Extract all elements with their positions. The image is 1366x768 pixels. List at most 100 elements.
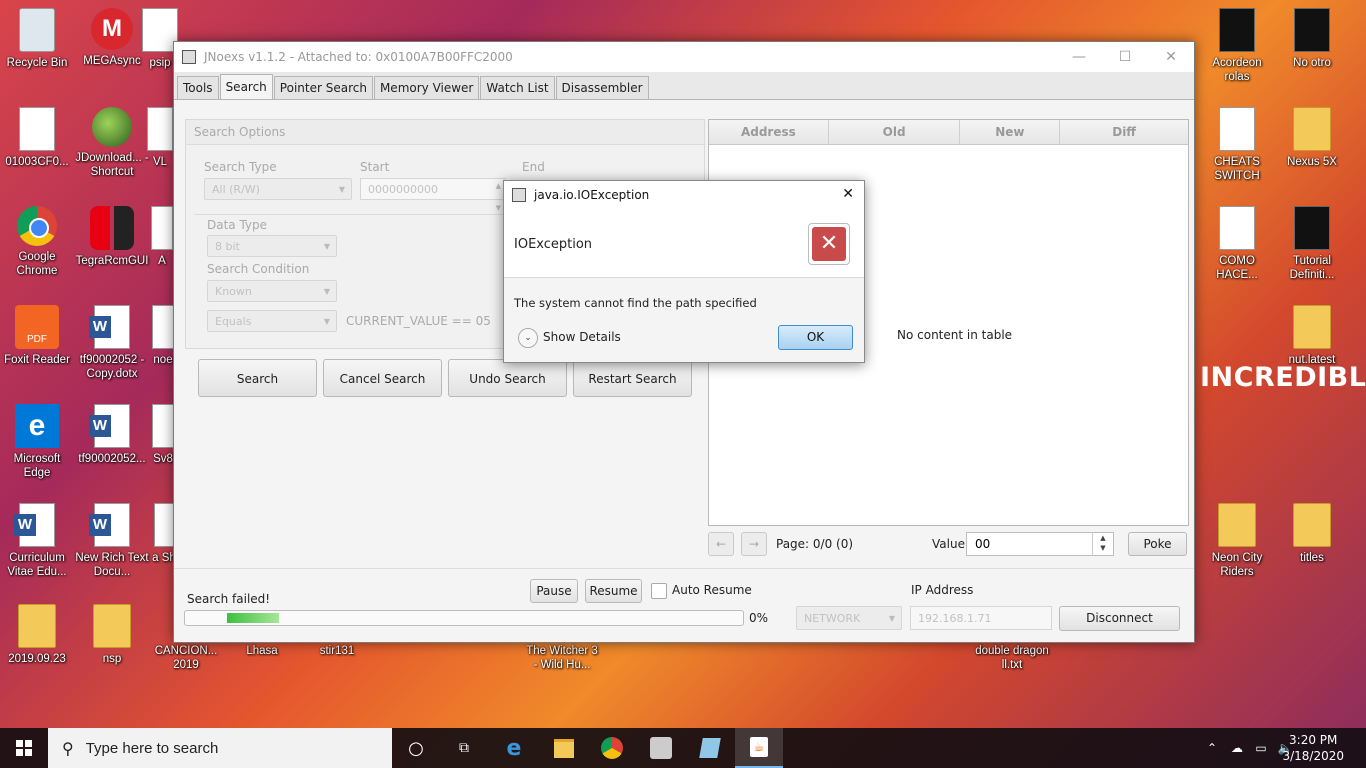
tab-memory-viewer[interactable]: Memory Viewer bbox=[373, 76, 480, 99]
auto-resume-label: Auto Resume bbox=[672, 583, 752, 597]
poke-button[interactable]: Poke bbox=[1128, 532, 1187, 556]
chrome-icon bbox=[17, 206, 57, 246]
desktop-icon-tf90002052[interactable]: tf90002052... bbox=[75, 404, 149, 466]
clock[interactable]: 3:20 PM 3/18/2020 bbox=[1282, 732, 1344, 764]
desktop-icon-neon-city-riders[interactable]: Neon City Riders bbox=[1200, 503, 1274, 579]
tab-tools[interactable]: Tools bbox=[177, 76, 219, 99]
tab-pointer-search[interactable]: Pointer Search bbox=[273, 76, 373, 99]
word-document-icon bbox=[89, 305, 130, 349]
chevron-down-icon[interactable]: ⌄ bbox=[518, 328, 538, 348]
column-header-new[interactable]: New bbox=[960, 120, 1061, 144]
task-view-icon[interactable]: ⧉ bbox=[440, 728, 488, 768]
disconnect-button[interactable]: Disconnect bbox=[1059, 606, 1180, 631]
desktop-icon-stir131[interactable]: stir131 bbox=[300, 644, 374, 658]
search-button[interactable]: Search bbox=[198, 359, 317, 397]
desktop-icon-nexus-5x[interactable]: Nexus 5X bbox=[1275, 107, 1349, 169]
spinner-icon[interactable]: ▲ ▼ bbox=[496, 175, 501, 219]
tab-search[interactable]: Search bbox=[219, 74, 273, 99]
desktop-icon-curriculum[interactable]: Curriculum Vitae Edu... bbox=[0, 503, 74, 579]
show-details-toggle[interactable]: Show Details bbox=[543, 330, 621, 344]
cancel-search-button[interactable]: Cancel Search bbox=[323, 359, 442, 397]
maximize-button[interactable]: ☐ bbox=[1102, 42, 1148, 72]
dialog-close-button[interactable]: ✕ bbox=[842, 186, 854, 202]
search-condition-select[interactable]: Known ▼ bbox=[207, 280, 337, 302]
minimize-button[interactable]: — bbox=[1056, 42, 1102, 72]
file-explorer-icon[interactable] bbox=[540, 728, 588, 768]
desktop-icon-titles[interactable]: titles bbox=[1275, 503, 1349, 565]
dialog-message: The system cannot find the path specifie… bbox=[514, 296, 757, 310]
column-header-address[interactable]: Address bbox=[709, 120, 829, 144]
desktop-icon-acordeon-rolas[interactable]: Acordeon rolas bbox=[1200, 8, 1274, 84]
desktop-icon-microsoft-edge[interactable]: e Microsoft Edge bbox=[0, 404, 74, 480]
error-dialog: java.io.IOException ✕ IOException ✕ The … bbox=[503, 180, 865, 363]
restart-search-button[interactable]: Restart Search bbox=[573, 359, 692, 397]
desktop-icon-01003cf0[interactable]: 01003CF0... bbox=[0, 107, 74, 169]
word-document-icon bbox=[14, 503, 55, 547]
start-button[interactable] bbox=[0, 728, 48, 768]
value-input[interactable]: 00 ▲ ▼ bbox=[966, 532, 1114, 556]
desktop-icon-como-hace[interactable]: COMO HACE... bbox=[1200, 206, 1274, 282]
desktop-icon-the-witcher[interactable]: The Witcher 3 - Wild Hu... bbox=[525, 644, 599, 672]
desktop-icon-tegrarcmgui[interactable]: TegraRcmGUI bbox=[75, 206, 149, 268]
connection-type-select[interactable]: NETWORK ▼ bbox=[796, 606, 902, 630]
desktop-icon-lhasa[interactable]: Lhasa bbox=[225, 644, 299, 658]
dialog-titlebar[interactable]: java.io.IOException ✕ bbox=[504, 181, 864, 209]
chrome-taskbar-icon[interactable] bbox=[588, 728, 636, 768]
notepad-taskbar-icon[interactable] bbox=[686, 728, 734, 768]
app-taskbar-icon[interactable] bbox=[637, 728, 685, 768]
edge-taskbar-icon[interactable]: e bbox=[490, 728, 538, 768]
start-address-input[interactable]: 0000000000 ▲ ▼ bbox=[360, 178, 506, 212]
undo-search-button[interactable]: Undo Search bbox=[448, 359, 567, 397]
desktop-icon-no-otro[interactable]: No otro bbox=[1275, 8, 1349, 70]
desktop-icon-new-rich-text[interactable]: New Rich Text Docu... bbox=[75, 503, 149, 579]
ip-address-label: IP Address bbox=[911, 583, 974, 597]
close-button[interactable]: ✕ bbox=[1148, 42, 1194, 72]
desktop-icon-recycle-bin[interactable]: Recycle Bin bbox=[0, 8, 74, 70]
desktop-icon-vl[interactable]: VL bbox=[145, 107, 175, 169]
file-icon bbox=[151, 206, 173, 250]
desktop-icon-jdownloader[interactable]: JDownload... - Shortcut bbox=[75, 107, 149, 179]
cortana-icon[interactable]: ○ bbox=[392, 728, 440, 768]
prev-page-button[interactable]: ← bbox=[708, 532, 734, 556]
ok-button[interactable]: OK bbox=[778, 325, 853, 350]
onedrive-icon[interactable]: ☁ bbox=[1226, 728, 1248, 768]
nintendo-switch-icon bbox=[90, 206, 134, 250]
resume-button[interactable]: Resume bbox=[585, 579, 642, 603]
tab-bar: Tools Search Pointer Search Memory Viewe… bbox=[174, 72, 1194, 100]
value-spinner-icon[interactable]: ▲ ▼ bbox=[1092, 533, 1113, 555]
desktop-icon-google-chrome[interactable]: Google Chrome bbox=[0, 206, 74, 278]
desktop-icon-tutorial[interactable]: Tutorial Definiti... bbox=[1275, 206, 1349, 282]
window-title: JNoexs v1.1.2 - Attached to: 0x0100A7B00… bbox=[204, 50, 513, 64]
tab-watch-list[interactable]: Watch List bbox=[480, 76, 555, 99]
desktop-icon-double-dragon[interactable]: double dragon ll.txt bbox=[975, 644, 1049, 672]
auto-resume-checkbox[interactable] bbox=[651, 583, 667, 599]
desktop-icon-nsp[interactable]: nsp bbox=[75, 604, 149, 666]
windows-logo-icon bbox=[16, 740, 32, 756]
tab-disassembler[interactable]: Disassembler bbox=[555, 76, 649, 99]
jdownloader-icon bbox=[92, 107, 132, 147]
data-type-select[interactable]: 8 bit ▼ bbox=[207, 235, 337, 257]
desktop-icon-tf90002052-copy[interactable]: tf90002052 - Copy.dotx bbox=[75, 305, 149, 381]
column-header-old[interactable]: Old bbox=[829, 120, 961, 144]
search-type-select[interactable]: All (R/W) ▼ bbox=[204, 178, 352, 200]
error-icon: ✕ bbox=[808, 223, 850, 265]
java-taskbar-icon[interactable]: ☕ bbox=[735, 728, 783, 768]
desktop-icon-nut-latest[interactable]: nut.latest bbox=[1275, 305, 1349, 367]
desktop-icon-2019-09-23[interactable]: 2019.09.23 bbox=[0, 604, 74, 666]
show-hidden-icons-chevron-up-icon[interactable]: ⌃ bbox=[1200, 728, 1224, 768]
window-titlebar[interactable]: JNoexs v1.1.2 - Attached to: 0x0100A7B00… bbox=[174, 42, 1194, 72]
dialog-header: IOException ✕ bbox=[504, 209, 864, 278]
search-type-label: Search Type bbox=[204, 160, 277, 174]
desktop-icon-foxit-reader[interactable]: PDF Foxit Reader bbox=[0, 305, 74, 367]
desktop-icon-megasync[interactable]: M MEGAsync bbox=[75, 8, 149, 68]
ip-address-input[interactable]: 192.168.1.71 bbox=[910, 606, 1052, 630]
pause-button[interactable]: Pause bbox=[530, 579, 578, 603]
column-header-diff[interactable]: Diff bbox=[1060, 120, 1188, 144]
desktop-icon-a[interactable]: A bbox=[150, 206, 174, 268]
network-icon[interactable]: ▭ bbox=[1250, 728, 1272, 768]
compare-select[interactable]: Equals ▼ bbox=[207, 310, 337, 332]
taskbar-search[interactable]: ⚲ Type here to search bbox=[48, 728, 392, 768]
desktop-icon-cheats-switch[interactable]: CHEATS SWITCH bbox=[1200, 107, 1274, 183]
next-page-button[interactable]: → bbox=[741, 532, 767, 556]
desktop-icon-cancion[interactable]: CANCION... 2019 bbox=[149, 644, 223, 672]
